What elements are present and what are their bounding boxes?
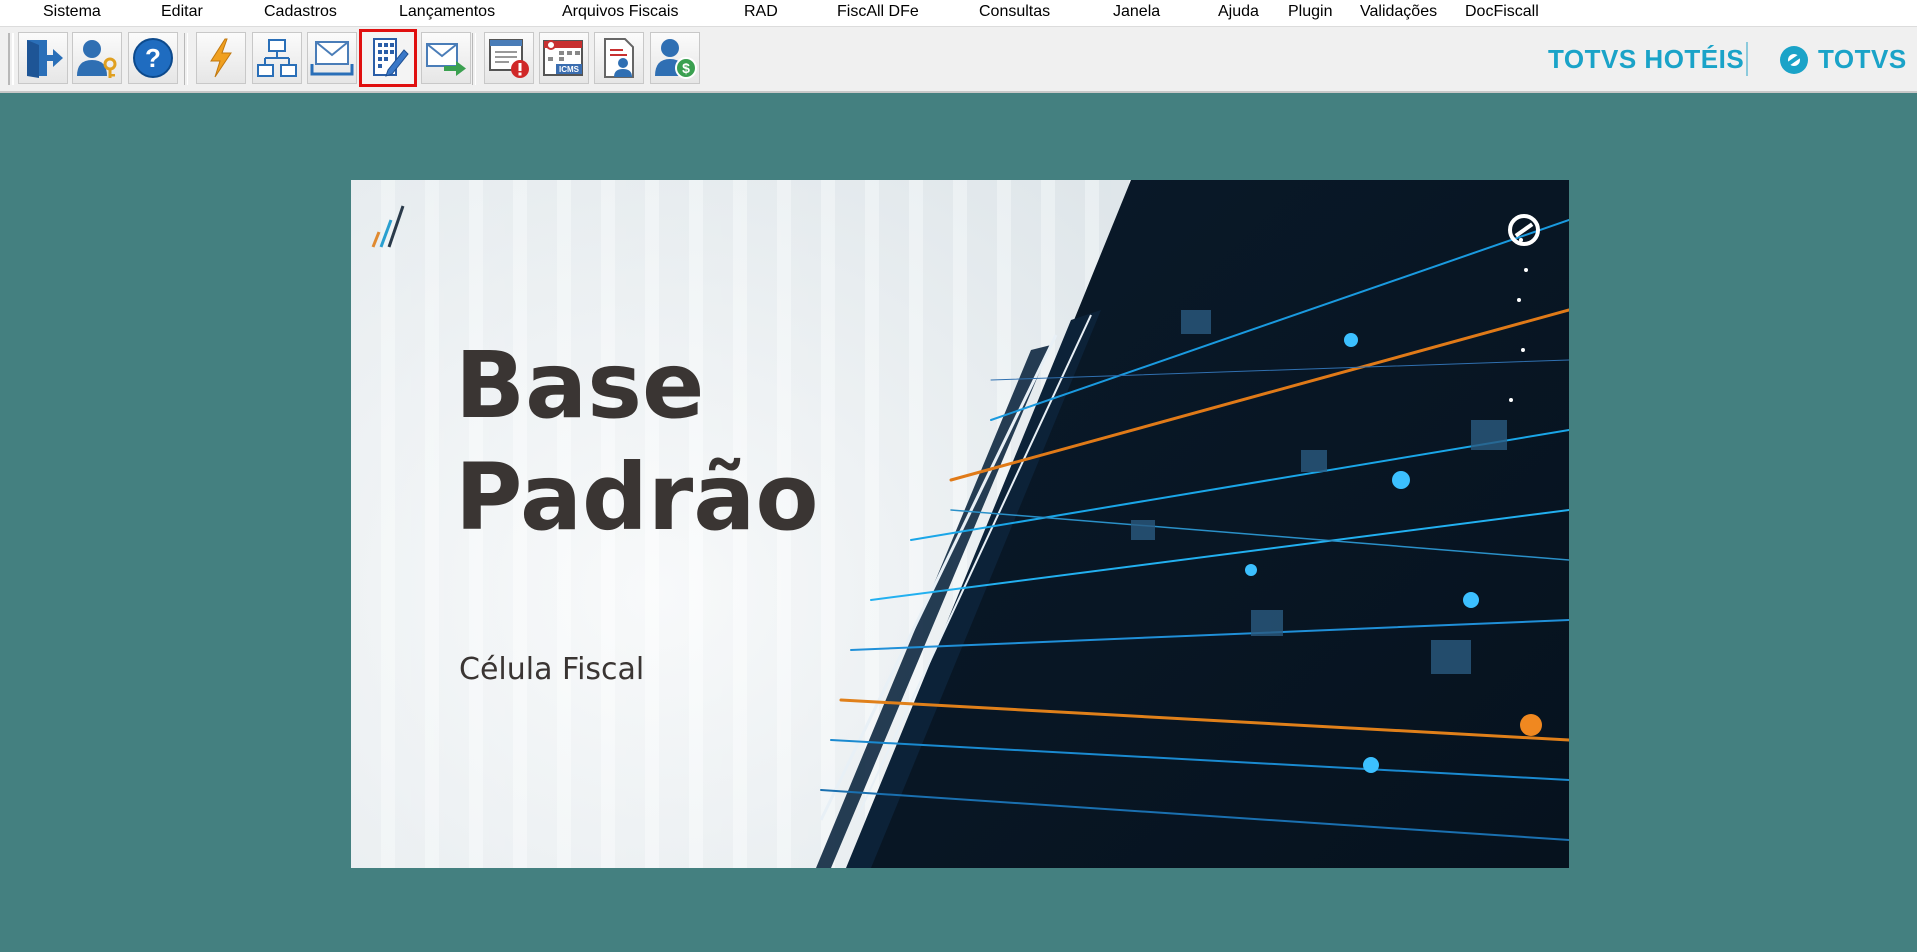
mail-button[interactable] — [307, 32, 357, 84]
hierarchy-icon — [257, 39, 297, 77]
totvs-corner-logo-icon — [1508, 214, 1540, 246]
menu-sistema[interactable]: Sistema — [43, 3, 101, 21]
splash-banner: Base Padrão Célula Fiscal — [351, 180, 1569, 868]
icms-calendar-button[interactable]: ICMS — [539, 32, 589, 84]
document-user-icon — [604, 38, 634, 78]
menu-cadastros[interactable]: Cadastros — [264, 3, 337, 21]
user-key-icon — [77, 40, 117, 78]
toolbar-grip[interactable] — [8, 33, 14, 85]
menu-editar[interactable]: Editar — [161, 3, 203, 21]
toolbar-separator — [472, 33, 476, 85]
menu-validacoes[interactable]: Validações — [1360, 3, 1437, 21]
send-mail-button[interactable] — [421, 32, 471, 84]
exit-door-icon — [27, 40, 63, 78]
menu-janela[interactable]: Janela — [1113, 3, 1160, 21]
menu-ajuda[interactable]: Ajuda — [1218, 3, 1259, 21]
money-icon-text: $ — [682, 60, 690, 76]
svg-text:?: ? — [145, 43, 161, 73]
totvs-logo-icon — [1780, 46, 1808, 74]
lightning-icon — [210, 38, 232, 78]
icms-icon-text: ICMS — [559, 65, 580, 74]
product-brand: TOTVS HOTÉIS — [1548, 44, 1745, 74]
menu-plugin[interactable]: Plugin — [1288, 3, 1332, 21]
edit-building-icon — [373, 38, 409, 77]
menu-rad[interactable]: RAD — [744, 3, 778, 21]
edit-register-button[interactable] — [359, 29, 417, 87]
menu-consultas[interactable]: Consultas — [979, 3, 1050, 21]
mail-tray-icon — [310, 41, 354, 76]
calendar-icms-icon: ICMS — [543, 40, 583, 76]
splash-title: Base Padrão — [455, 332, 819, 551]
menu-arquivos-fiscais[interactable]: Arquivos Fiscais — [562, 3, 678, 21]
mail-send-icon — [426, 43, 466, 76]
quick-action-button[interactable] — [196, 32, 246, 84]
company-brand: TOTVS — [1818, 44, 1907, 74]
exit-button[interactable] — [18, 32, 68, 84]
decorative-stripes-icon — [371, 205, 405, 248]
window-alert-icon — [489, 39, 529, 78]
help-icon: ? — [133, 38, 173, 78]
menu-docfiscall[interactable]: DocFiscall — [1465, 3, 1539, 21]
help-button[interactable]: ? — [128, 32, 178, 84]
splash-subtitle: Célula Fiscal — [459, 652, 645, 687]
toolbar: ? ICMS $ TOTVS HOTÉIS — [0, 27, 1917, 93]
user-billing-button[interactable]: $ — [650, 32, 700, 84]
alerts-button[interactable] — [484, 32, 534, 84]
user-money-icon: $ — [655, 39, 697, 79]
brand-divider — [1746, 42, 1748, 76]
structure-button[interactable] — [252, 32, 302, 84]
document-user-button[interactable] — [594, 32, 644, 84]
menu-lancamentos[interactable]: Lançamentos — [399, 3, 495, 21]
toolbar-separator — [184, 33, 188, 85]
menu-fiscall-dfe[interactable]: FiscAll DFe — [837, 3, 919, 21]
menu-bar: Sistema Editar Cadastros Lançamentos Arq… — [0, 0, 1917, 27]
user-access-button[interactable] — [72, 32, 122, 84]
